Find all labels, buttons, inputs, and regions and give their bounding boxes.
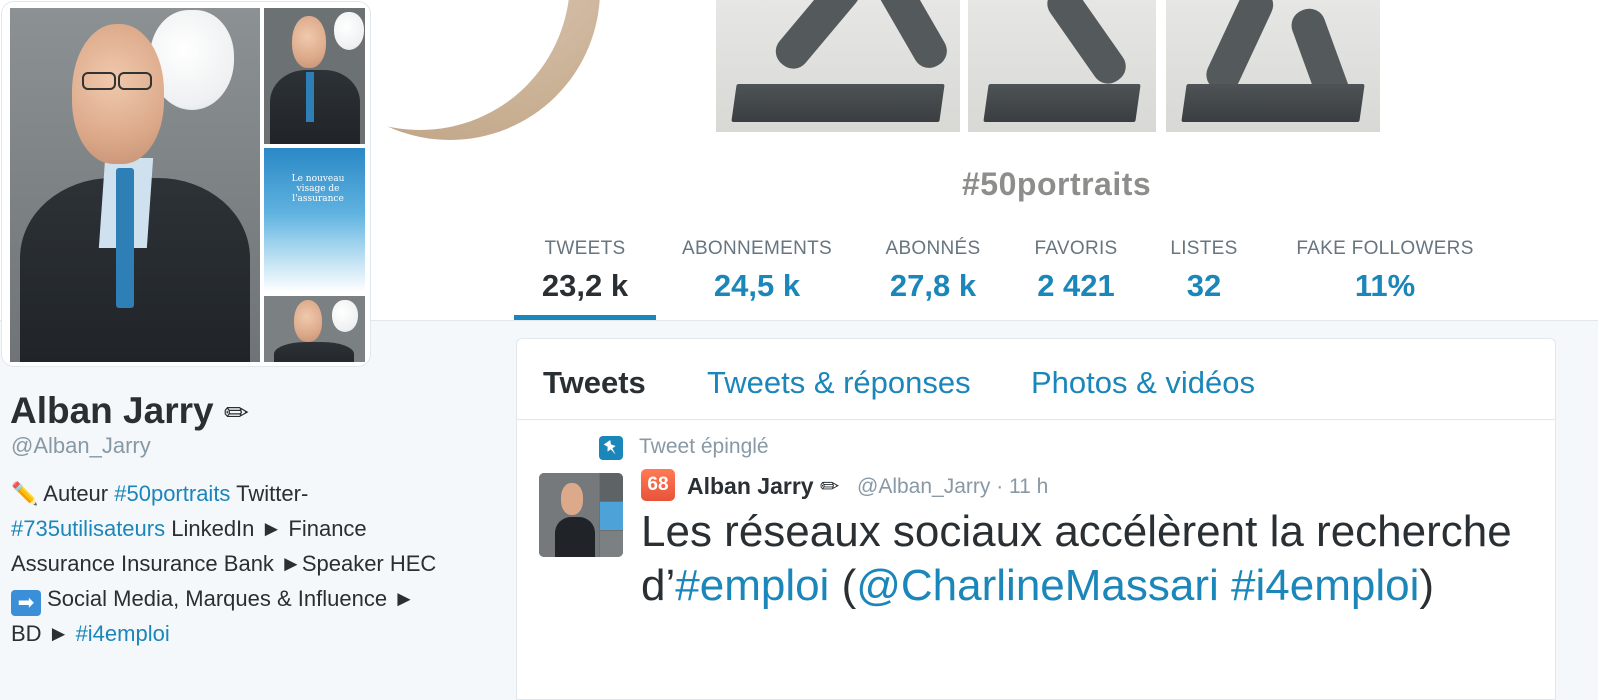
profile-avatar[interactable]: Le nouveau visage de l'assurance: [2, 2, 370, 366]
mention-link[interactable]: @CharlineMassari: [856, 561, 1219, 610]
banner-statue-image: [968, 0, 1156, 132]
pin-icon: [599, 436, 623, 460]
stat-label: FAVORIS: [1034, 238, 1118, 259]
stat-following[interactable]: ABONNEMENTS 24,5 k: [676, 238, 838, 304]
active-stat-indicator: [514, 315, 656, 320]
pencil-icon: ✏: [223, 397, 250, 430]
stat-followers[interactable]: ABONNÉS 27,8 k: [878, 238, 988, 304]
stat-label: ABONNEMENTS: [681, 238, 833, 259]
stat-value: 32: [1186, 268, 1222, 303]
stat-label: LISTES: [1170, 238, 1238, 259]
tweet-avatar[interactable]: [539, 473, 623, 557]
stat-value: 2 421: [1037, 268, 1115, 303]
stat-label: FAKE FOLLOWERS: [1296, 238, 1474, 259]
avatar-thumb-photo: [264, 8, 365, 144]
tab-tweets-replies[interactable]: Tweets & réponses: [707, 365, 971, 401]
tweet-handle-time[interactable]: @Alban_Jarry · 11 h: [857, 475, 1048, 499]
profile-name[interactable]: Alban Jarry ✏: [10, 390, 249, 432]
hashtag-link[interactable]: #i4emploi: [76, 621, 170, 646]
tweet-author-name[interactable]: Alban Jarry ✏: [687, 473, 839, 500]
timeline-tabs: Tweets Tweets & réponses Photos & vidéos: [517, 339, 1555, 420]
timeline: Tweets Tweets & réponses Photos & vidéos…: [516, 338, 1556, 700]
avatar-thumb-photo: [264, 296, 365, 362]
banner-statue-image: [1166, 0, 1380, 132]
stat-fake-followers[interactable]: FAKE FOLLOWERS 11%: [1290, 238, 1480, 304]
notification-badge: 68: [641, 469, 675, 501]
tweet-text: Les réseaux sociaux accélèrent la recher…: [641, 507, 1512, 610]
stat-value: 24,5 k: [713, 268, 801, 303]
tab-photos-videos[interactable]: Photos & vidéos: [1031, 365, 1255, 401]
pinned-tweet-label: Tweet épinglé: [639, 435, 769, 458]
stat-tweets[interactable]: TWEETS 23,2 k: [530, 238, 640, 304]
banner-statue-image: [716, 0, 960, 132]
stat-value: 11%: [1354, 268, 1416, 303]
banner-hashtag: #50portraits: [962, 166, 1152, 202]
hashtag-link[interactable]: #735utilisateurs: [11, 516, 165, 541]
stat-label: TWEETS: [544, 238, 626, 259]
hashtag-link[interactable]: #50portraits: [114, 481, 230, 506]
arrow-right-icon: ➡: [11, 590, 41, 616]
hashtag-link[interactable]: #emploi: [675, 561, 829, 610]
hashtag-link[interactable]: #i4emploi: [1231, 561, 1419, 610]
book-cover-photo: Le nouveau visage de l'assurance: [264, 148, 365, 292]
stat-value: 23,2 k: [541, 268, 629, 303]
stat-label: ABONNÉS: [885, 238, 981, 259]
profile-bio: ✏️ Auteur #50portraits Twitter-#735utili…: [11, 481, 437, 646]
avatar-main-photo: [10, 8, 260, 362]
stat-value: 27,8 k: [889, 268, 977, 303]
pencil-icon: ✏️: [11, 481, 39, 506]
stat-lists[interactable]: LISTES 32: [1164, 238, 1244, 304]
profile-handle: @Alban_Jarry: [11, 433, 151, 458]
tab-tweets[interactable]: Tweets: [543, 365, 646, 401]
stat-favorites[interactable]: FAVORIS 2 421: [1026, 238, 1126, 304]
